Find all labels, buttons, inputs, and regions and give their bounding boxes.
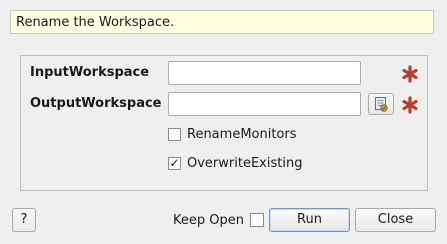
- help-button[interactable]: ?: [12, 208, 36, 232]
- keep-open-checkbox[interactable]: [250, 213, 264, 227]
- algorithm-description: Rename the Workspace.: [10, 10, 434, 34]
- rename-monitors-checkbox[interactable]: [168, 127, 181, 141]
- rename-monitors-label: RenameMonitors: [187, 126, 297, 142]
- input-workspace-label: InputWorkspace: [30, 65, 150, 80]
- overwrite-existing-option[interactable]: ✓ OverwriteExisting: [168, 155, 302, 171]
- workspace-picker-button[interactable]: [368, 93, 394, 115]
- overwrite-existing-checkbox[interactable]: ✓: [168, 155, 181, 170]
- run-button[interactable]: Run: [269, 208, 350, 232]
- check-mark-icon: ✓: [169, 155, 180, 170]
- close-button[interactable]: Close: [355, 208, 436, 232]
- asterisk-icon: [402, 65, 418, 83]
- input-workspace-field[interactable]: [168, 61, 361, 85]
- keep-open-label: Keep Open: [173, 213, 244, 228]
- asterisk-icon: [402, 96, 418, 114]
- workspace-picker-icon: [375, 97, 388, 112]
- rename-monitors-option[interactable]: RenameMonitors: [168, 126, 297, 142]
- output-workspace-label: OutputWorkspace: [30, 96, 162, 111]
- overwrite-existing-label: OverwriteExisting: [187, 155, 303, 171]
- rename-workspace-dialog: { "description": "Rename the Workspace."…: [0, 0, 447, 244]
- output-workspace-field[interactable]: [168, 92, 361, 116]
